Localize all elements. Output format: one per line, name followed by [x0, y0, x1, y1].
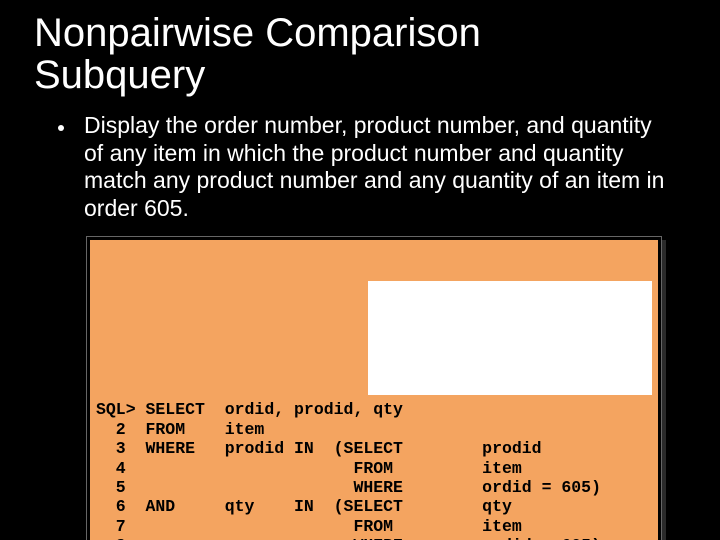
code-highlight — [368, 300, 652, 319]
bullet-text: Display the order number, product number… — [84, 112, 672, 222]
title-line-1: Nonpairwise Comparison — [34, 11, 481, 55]
code-highlight — [368, 338, 652, 357]
bullet-item: Display the order number, product number… — [58, 112, 672, 222]
code-highlight — [368, 357, 652, 376]
code-inner: SQL> SELECT ordid, prodid, qty 2 FROM it… — [90, 240, 658, 540]
code-line: 2 FROM item — [96, 420, 264, 439]
title-line-2: Subquery — [34, 53, 205, 97]
slide: Nonpairwise Comparison Subquery Display … — [0, 0, 720, 540]
bullet-icon — [58, 125, 64, 131]
code-highlight — [368, 376, 652, 395]
code-line: SQL> SELECT ordid, prodid, qty — [96, 400, 403, 419]
code-highlight — [368, 281, 652, 300]
code-highlight — [368, 319, 652, 338]
code-line: 4 FROM item — [96, 459, 522, 478]
code-text: SQL> SELECT ordid, prodid, qty 2 FROM it… — [96, 400, 652, 540]
code-block: SQL> SELECT ordid, prodid, qty 2 FROM it… — [86, 236, 662, 540]
slide-title: Nonpairwise Comparison Subquery — [34, 12, 686, 96]
code-line: 3 WHERE prodid IN (SELECT prodid — [96, 439, 542, 458]
code-line: 6 AND qty IN (SELECT qty — [96, 497, 512, 516]
code-line: 8 WHERE ordid = 605) — [96, 536, 601, 540]
code-line: 7 FROM item — [96, 517, 522, 536]
code-line: 5 WHERE ordid = 605) — [96, 478, 601, 497]
